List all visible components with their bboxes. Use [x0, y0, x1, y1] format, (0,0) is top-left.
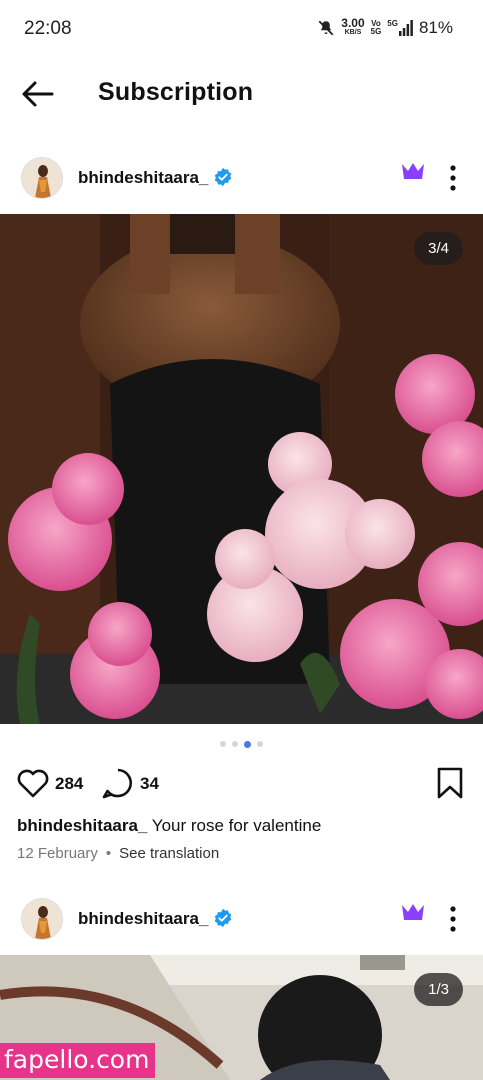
- more-options-button[interactable]: [442, 904, 464, 934]
- carousel-dot: [220, 741, 226, 747]
- caption-username[interactable]: bhindeshitaara_: [17, 816, 147, 835]
- comment-icon: [102, 768, 133, 799]
- signal-icon: 5G: [387, 20, 413, 36]
- avatar-image: [22, 899, 62, 939]
- bookmark-button[interactable]: [436, 766, 464, 800]
- verified-badge-icon: [214, 908, 232, 928]
- status-icons: 3.00 KB/S Vo 5G 5G 81%: [317, 16, 453, 38]
- image-counter: 1/3: [414, 973, 463, 1006]
- carousel-dot: [257, 741, 263, 747]
- comment-count: 34: [140, 774, 159, 793]
- image-counter: 3/4: [414, 232, 463, 265]
- post-date: 12 February: [17, 845, 98, 862]
- bookmark-icon: [437, 767, 463, 799]
- carousel-dot-active: [244, 740, 251, 748]
- page-title: Subscription: [98, 78, 254, 106]
- comment-button[interactable]: [101, 766, 135, 800]
- arrow-left-icon: [22, 81, 54, 107]
- mute-icon: [318, 20, 334, 36]
- volte-indicator: Vo 5G: [370, 19, 382, 36]
- avatar[interactable]: [21, 898, 63, 940]
- avatar[interactable]: [21, 157, 63, 199]
- watermark: fapello.com: [0, 1043, 156, 1078]
- heart-icon: [17, 769, 49, 798]
- carousel-indicator: [0, 740, 483, 748]
- post-image[interactable]: 3/4: [0, 214, 483, 724]
- post-username[interactable]: bhindeshitaara_: [78, 168, 208, 188]
- more-vertical-icon: [450, 165, 456, 191]
- post-caption: bhindeshitaara_ Your rose for valentine: [17, 816, 321, 836]
- post-header: bhindeshitaara_: [0, 149, 483, 209]
- verified-badge-icon: [214, 167, 232, 187]
- more-vertical-icon: [450, 906, 456, 932]
- status-bar: 22:08 3.00 KB/S Vo 5G 5G 81%: [0, 0, 483, 58]
- crown-icon: [402, 163, 424, 179]
- network-speed: 3.00 KB/S: [341, 16, 365, 36]
- post-header: bhindeshitaara_: [0, 890, 483, 950]
- post-username[interactable]: bhindeshitaara_: [78, 909, 208, 929]
- like-button[interactable]: [16, 766, 50, 800]
- avatar-image: [22, 158, 62, 198]
- meta-separator: •: [105, 845, 112, 862]
- app-header: Subscription: [0, 58, 483, 130]
- status-time: 22:08: [24, 18, 72, 39]
- see-translation-link[interactable]: See translation: [119, 845, 219, 862]
- carousel-dot: [232, 741, 238, 747]
- more-options-button[interactable]: [442, 163, 464, 193]
- caption-text: Your rose for valentine: [147, 816, 322, 835]
- battery-level: 81%: [418, 18, 453, 37]
- post-meta: 12 February • See translation: [17, 845, 219, 862]
- post-actions: 284 34: [0, 764, 483, 804]
- back-button[interactable]: [18, 76, 58, 112]
- like-count: 284: [55, 774, 84, 793]
- crown-icon: [402, 904, 424, 920]
- post-photo: [0, 214, 483, 724]
